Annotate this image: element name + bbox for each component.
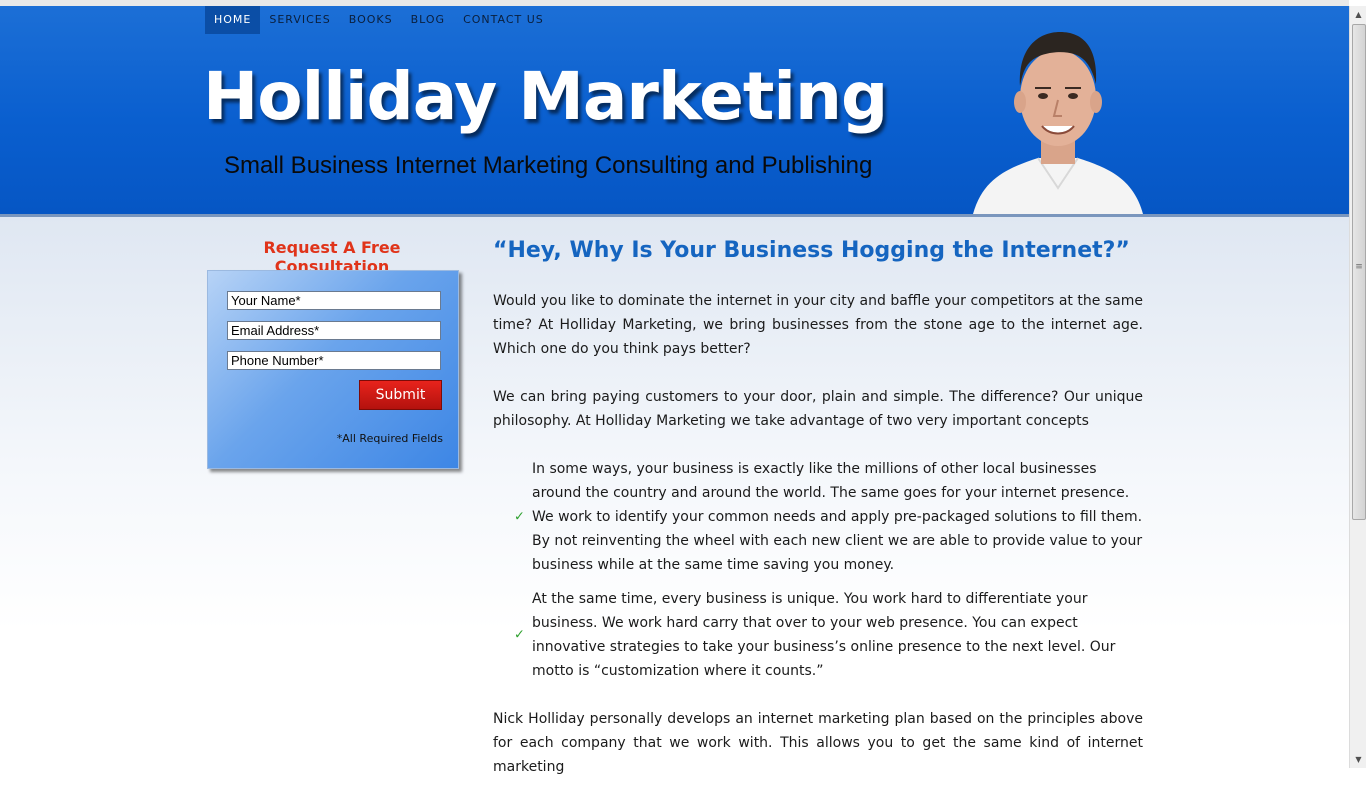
list-item-text: At the same time, every business is uniq… [532,591,1116,679]
nav-item-blog[interactable]: BLOG [402,6,454,34]
arrow-down-icon[interactable]: ▼ [1350,751,1366,768]
name-field[interactable] [227,291,441,310]
portrait-photo [973,32,1143,214]
required-fields-note: *All Required Fields [336,432,443,445]
list-item: ✓ In some ways, your business is exactly… [493,457,1143,577]
submit-button[interactable]: Submit [359,380,442,410]
page-headline: “Hey, Why Is Your Business Hogging the I… [493,238,1130,263]
nav-item-home[interactable]: HOME [205,6,261,34]
nav-item-books[interactable]: BOOKS [340,6,402,34]
list-item: ✓ At the same time, every business is un… [493,587,1143,683]
checkmark-icon: ✓ [514,627,525,643]
vertical-scrollbar[interactable]: ▲ ≡ ▼ [1349,6,1366,768]
grip-icon: ≡ [1355,262,1363,272]
consultation-form: Submit *All Required Fields [207,270,459,469]
arrow-up-icon[interactable]: ▲ [1350,6,1366,23]
phone-field[interactable] [227,351,441,370]
site-header: HOME SERVICES BOOKS BLOG CONTACT US Holl… [0,6,1349,217]
philosophy-paragraph: We can bring paying customers to your do… [493,389,1143,429]
nav-item-contact-us[interactable]: CONTACT US [454,6,553,34]
main-content: “Hey, Why Is Your Business Hogging the I… [493,238,1143,803]
site-title[interactable]: Holliday Marketing [203,58,888,135]
concept-list: ✓ In some ways, your business is exactly… [493,457,1143,683]
closing-paragraph: Nick Holliday personally develops an int… [493,711,1143,775]
main-nav: HOME SERVICES BOOKS BLOG CONTACT US [205,6,553,34]
checkmark-icon: ✓ [514,509,525,525]
intro-paragraph: Would you like to dominate the internet … [493,293,1143,357]
site-tagline: Small Business Internet Marketing Consul… [224,152,873,179]
email-field[interactable] [227,321,441,340]
scrollbar-thumb[interactable]: ≡ [1352,24,1366,520]
nav-item-services[interactable]: SERVICES [260,6,339,34]
list-item-text: In some ways, your business is exactly l… [532,461,1143,573]
